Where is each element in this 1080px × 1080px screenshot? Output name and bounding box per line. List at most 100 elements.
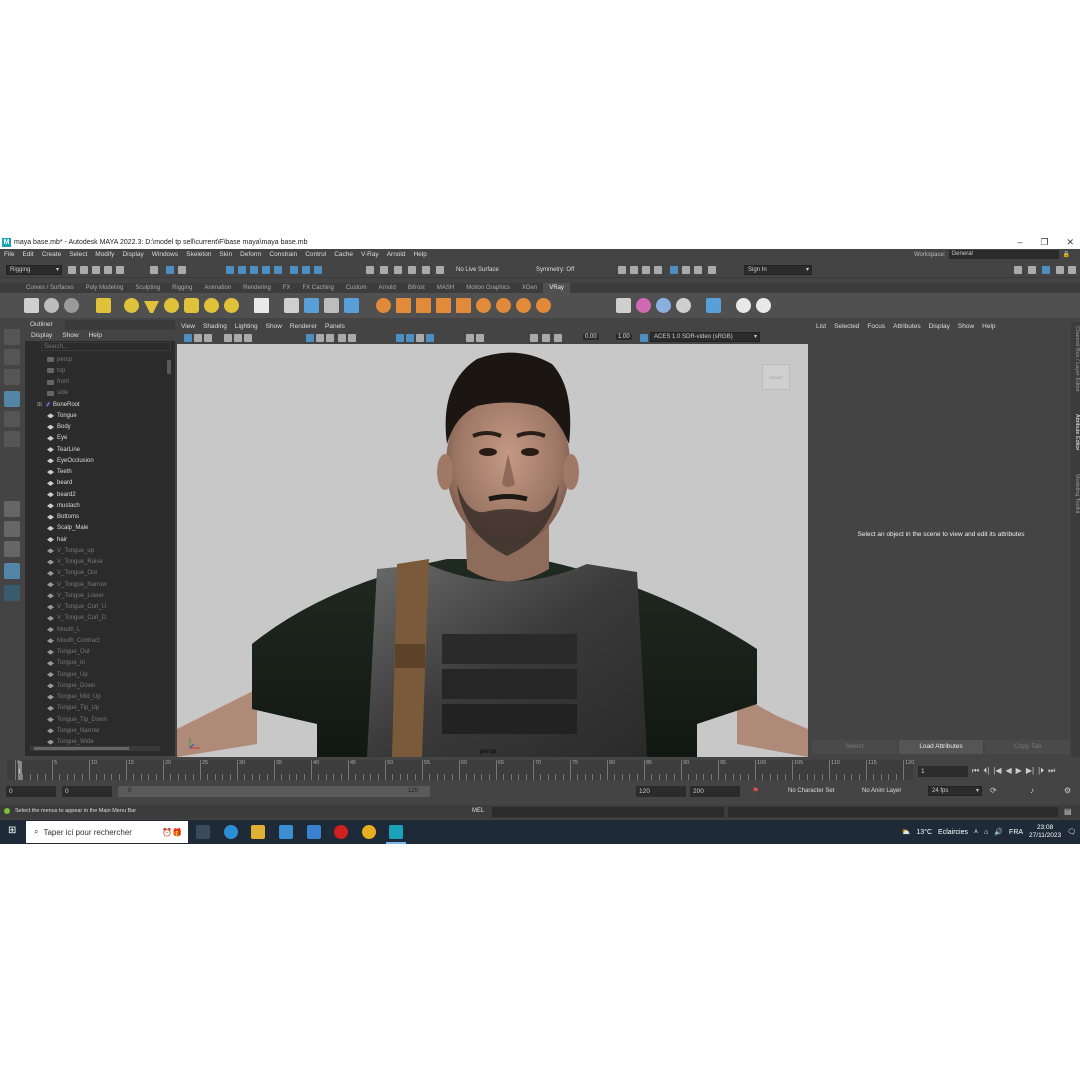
menu-cache[interactable]: Cache xyxy=(334,251,353,258)
shelf-tab-custom[interactable]: Custom xyxy=(340,283,373,293)
vray-spot-light-icon[interactable] xyxy=(144,301,159,313)
anim-prefs-icon[interactable]: ⚙ xyxy=(1064,786,1071,795)
volume-icon[interactable]: 🔊 xyxy=(994,828,1003,836)
outliner-item[interactable]: beard xyxy=(25,478,165,489)
outliner-item[interactable]: persp xyxy=(25,354,165,365)
play-forwards-icon[interactable]: ▶ xyxy=(1016,766,1022,776)
search-icon[interactable] xyxy=(4,585,20,601)
grid-toggle-icon[interactable] xyxy=(224,334,232,342)
outliner-item[interactable]: Tongue_Out xyxy=(25,647,165,658)
snap-surface-icon[interactable] xyxy=(274,266,282,274)
vray-magnet-icon[interactable] xyxy=(516,298,531,313)
render-settings-icon[interactable] xyxy=(654,266,662,274)
command-input[interactable] xyxy=(492,807,724,817)
outliner-item[interactable]: Tongue_Up xyxy=(25,669,165,680)
vray-blend-icon[interactable] xyxy=(396,298,411,313)
tab-attribute-editor[interactable]: Attribute Editor xyxy=(1071,414,1080,450)
resolution-gate-icon[interactable] xyxy=(244,334,252,342)
outliner-item[interactable]: V_Tongue_Narrow xyxy=(25,579,165,590)
single-view-icon[interactable] xyxy=(4,501,20,517)
gamma-toggle-icon[interactable] xyxy=(530,334,538,342)
sign-in-dropdown[interactable]: Sign In xyxy=(744,265,812,275)
vray-scene-icon[interactable] xyxy=(324,298,339,313)
vray-proxy-icon[interactable] xyxy=(284,298,299,313)
tab-channel-box[interactable]: Channel Box / Layer Editor xyxy=(1071,326,1080,392)
go-to-start-icon[interactable]: ⏮ xyxy=(972,766,979,776)
shelf-tab-fx[interactable]: FX xyxy=(277,283,297,293)
vray-swatch-icon[interactable] xyxy=(676,298,691,313)
outliner-item[interactable]: hair xyxy=(25,534,165,545)
chrome-icon[interactable] xyxy=(362,825,376,839)
lasso-tool-icon[interactable] xyxy=(4,349,20,365)
save-scene-icon[interactable] xyxy=(92,266,100,274)
two-view-icon[interactable] xyxy=(4,541,20,557)
vray-displace-icon[interactable] xyxy=(476,298,491,313)
notifications-icon[interactable]: 🗨 xyxy=(1067,828,1076,836)
current-frame-marker[interactable]: 1 xyxy=(18,761,22,780)
outliner-item[interactable]: beard2 xyxy=(25,489,165,500)
scene-end-field[interactable]: 200 xyxy=(690,786,740,797)
menu-file[interactable]: File xyxy=(4,251,14,258)
step-back-frame-icon[interactable]: |◀ xyxy=(993,766,1001,776)
step-forward-frame-icon[interactable]: ▶| xyxy=(1026,766,1034,776)
copy-tab-button[interactable]: Copy Tab xyxy=(985,740,1071,754)
outliner-item[interactable]: V_Tongue_Lower xyxy=(25,590,165,601)
outliner-item[interactable]: Mouth_Contract xyxy=(25,635,165,646)
outliner-item[interactable]: Scalp_Male xyxy=(25,523,165,534)
xray-icon[interactable] xyxy=(476,334,484,342)
color-mgmt-icon[interactable] xyxy=(554,334,562,342)
snap-vertex-icon[interactable] xyxy=(290,266,298,274)
rotate-tool-icon[interactable] xyxy=(4,411,20,427)
bookmark-icon[interactable] xyxy=(204,334,212,342)
outliner-search-input[interactable]: Search... xyxy=(41,342,171,351)
outliner-item[interactable]: Body xyxy=(25,422,165,433)
outliner-menu-show[interactable]: Show xyxy=(62,332,78,339)
ambient-occlusion-icon[interactable] xyxy=(406,334,414,342)
outliner-item[interactable]: V_Tongue_Curl_D xyxy=(25,613,165,624)
snap-grid-icon[interactable] xyxy=(226,266,234,274)
hypershade-icon[interactable] xyxy=(670,266,678,274)
shelf-tab-rigging[interactable]: Rigging xyxy=(166,283,198,293)
outliner-menu-display[interactable]: Display xyxy=(31,332,52,339)
menu-skin[interactable]: Skin xyxy=(219,251,232,258)
menu-v-ray[interactable]: V-Ray xyxy=(361,251,379,258)
output-ops-icon[interactable] xyxy=(408,266,416,274)
shelf-tab-animation[interactable]: Animation xyxy=(198,283,237,293)
edge-browser-icon[interactable] xyxy=(224,825,238,839)
snap-view-plane-icon[interactable] xyxy=(262,266,270,274)
move-tool-icon[interactable] xyxy=(4,391,20,407)
paint-select-tool-icon[interactable] xyxy=(4,369,20,385)
camera-select-icon[interactable] xyxy=(184,334,192,342)
wireframe-on-shaded-icon[interactable] xyxy=(326,334,334,342)
textured-icon[interactable] xyxy=(338,334,346,342)
scrollbar-thumb[interactable] xyxy=(167,360,171,374)
load-attributes-button[interactable]: Load Attributes xyxy=(898,740,984,754)
snap-curve-icon[interactable] xyxy=(238,266,246,274)
vray-grid-icon[interactable] xyxy=(456,298,471,313)
viewport-menu-view[interactable]: View xyxy=(181,323,195,330)
shelf-tab-sculpting[interactable]: Sculpting xyxy=(129,283,166,293)
menu-skeleton[interactable]: Skeleton xyxy=(186,251,211,258)
language-indicator[interactable]: FRA xyxy=(1009,829,1023,836)
viewport-menu-shading[interactable]: Shading xyxy=(203,323,227,330)
vray-sphere-light-icon[interactable] xyxy=(96,298,111,313)
snap-point-icon[interactable] xyxy=(250,266,258,274)
vray-multi-icon[interactable] xyxy=(656,298,671,313)
shelf-tab-rendering[interactable]: Rendering xyxy=(237,283,277,293)
outliner-item[interactable]: Teeth xyxy=(25,467,165,478)
shelf-tab-vray[interactable]: VRay xyxy=(543,283,570,293)
outliner-vertical-scrollbar[interactable] xyxy=(166,354,172,734)
fps-dropdown[interactable]: 24 fps xyxy=(928,786,982,796)
loop-icon[interactable]: ⟳ xyxy=(990,786,997,795)
outliner-horizontal-scrollbar[interactable] xyxy=(30,746,160,751)
expand-icon[interactable]: ⊞ xyxy=(37,401,42,408)
menu-windows[interactable]: Windows xyxy=(152,251,178,258)
playback-end-field[interactable]: 120 xyxy=(636,786,686,797)
attribute-menu-show[interactable]: Show xyxy=(958,323,974,330)
outliner-item[interactable]: Tongue_Narrow xyxy=(25,725,165,736)
vray-vfb-shelf-icon[interactable] xyxy=(64,298,79,313)
smooth-shade-icon[interactable] xyxy=(316,334,324,342)
outliner-item[interactable]: Tongue_Down xyxy=(25,680,165,691)
vray-ipr-shelf-icon[interactable] xyxy=(44,298,59,313)
vray-subdiv-icon[interactable] xyxy=(496,298,511,313)
